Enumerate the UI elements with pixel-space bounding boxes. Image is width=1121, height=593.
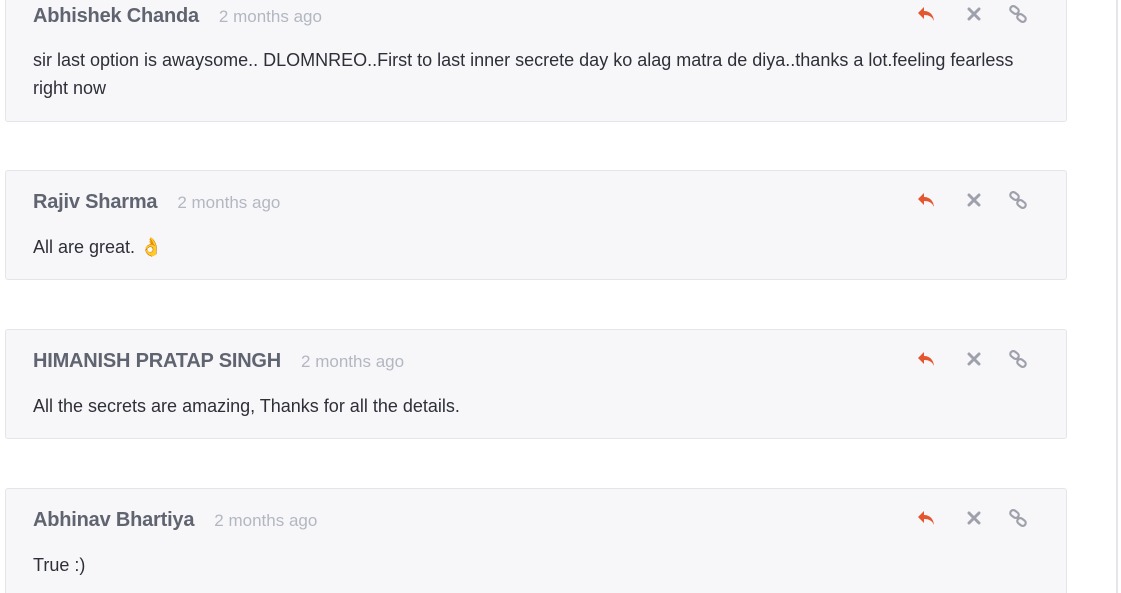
permalink-button[interactable] (1005, 346, 1031, 372)
reply-button[interactable] (913, 187, 939, 213)
scrollbar-track[interactable] (1116, 0, 1118, 593)
close-x-icon (967, 511, 981, 525)
comment-timestamp[interactable]: 2 months ago (219, 7, 322, 27)
comment-card: Rajiv Sharma 2 months ago All are great.… (5, 170, 1067, 280)
comment-timestamp[interactable]: 2 months ago (177, 193, 280, 213)
reply-arrow-icon (918, 352, 934, 366)
close-x-icon (967, 193, 981, 207)
delete-button[interactable] (961, 505, 987, 531)
delete-button[interactable] (961, 187, 987, 213)
chain-link-icon (1009, 4, 1027, 24)
comment-text: sir last option is awaysome.. DLOMNREO..… (33, 50, 1014, 98)
comment-author[interactable]: Rajiv Sharma (33, 191, 158, 214)
comment-actions (913, 1, 1033, 27)
reply-arrow-icon (918, 511, 934, 525)
reply-arrow-icon (918, 7, 934, 21)
comment-author[interactable]: Abhishek Chanda (33, 5, 199, 28)
comment-actions (913, 505, 1033, 531)
comment-text: All the secrets are amazing, Thanks for … (33, 396, 460, 416)
permalink-button[interactable] (1005, 187, 1031, 213)
delete-button[interactable] (961, 1, 987, 27)
comment-header: Abhinav Bhartiya 2 months ago (33, 509, 317, 539)
chain-link-icon (1009, 349, 1027, 369)
close-x-icon (967, 352, 981, 366)
comment-text: All are great. 👌 (33, 237, 163, 257)
chain-link-icon (1009, 508, 1027, 528)
comment-timestamp[interactable]: 2 months ago (301, 352, 404, 372)
permalink-button[interactable] (1005, 1, 1031, 27)
comment-card: Abhinav Bhartiya 2 months ago True :) (5, 488, 1067, 593)
comment-author[interactable]: HIMANISH PRATAP SINGH (33, 350, 281, 373)
comment-header: Rajiv Sharma 2 months ago (33, 191, 280, 221)
comment-header: Abhishek Chanda 2 months ago (33, 5, 322, 35)
comment-header: HIMANISH PRATAP SINGH 2 months ago (33, 350, 404, 380)
delete-button[interactable] (961, 346, 987, 372)
permalink-button[interactable] (1005, 505, 1031, 531)
chain-link-icon (1009, 190, 1027, 210)
comment-card: HIMANISH PRATAP SINGH 2 months ago All t… (5, 329, 1067, 439)
reply-button[interactable] (913, 346, 939, 372)
comment-actions (913, 187, 1033, 213)
reply-arrow-icon (918, 193, 934, 207)
comment-card: Abhishek Chanda 2 months ago sir last op… (5, 0, 1067, 122)
reply-button[interactable] (913, 1, 939, 27)
comment-timestamp[interactable]: 2 months ago (214, 511, 317, 531)
close-x-icon (967, 7, 981, 21)
comment-actions (913, 346, 1033, 372)
comment-author[interactable]: Abhinav Bhartiya (33, 509, 194, 532)
comments-page: Abhishek Chanda 2 months ago sir last op… (0, 0, 1121, 593)
reply-button[interactable] (913, 505, 939, 531)
comment-text: True :) (33, 555, 86, 575)
